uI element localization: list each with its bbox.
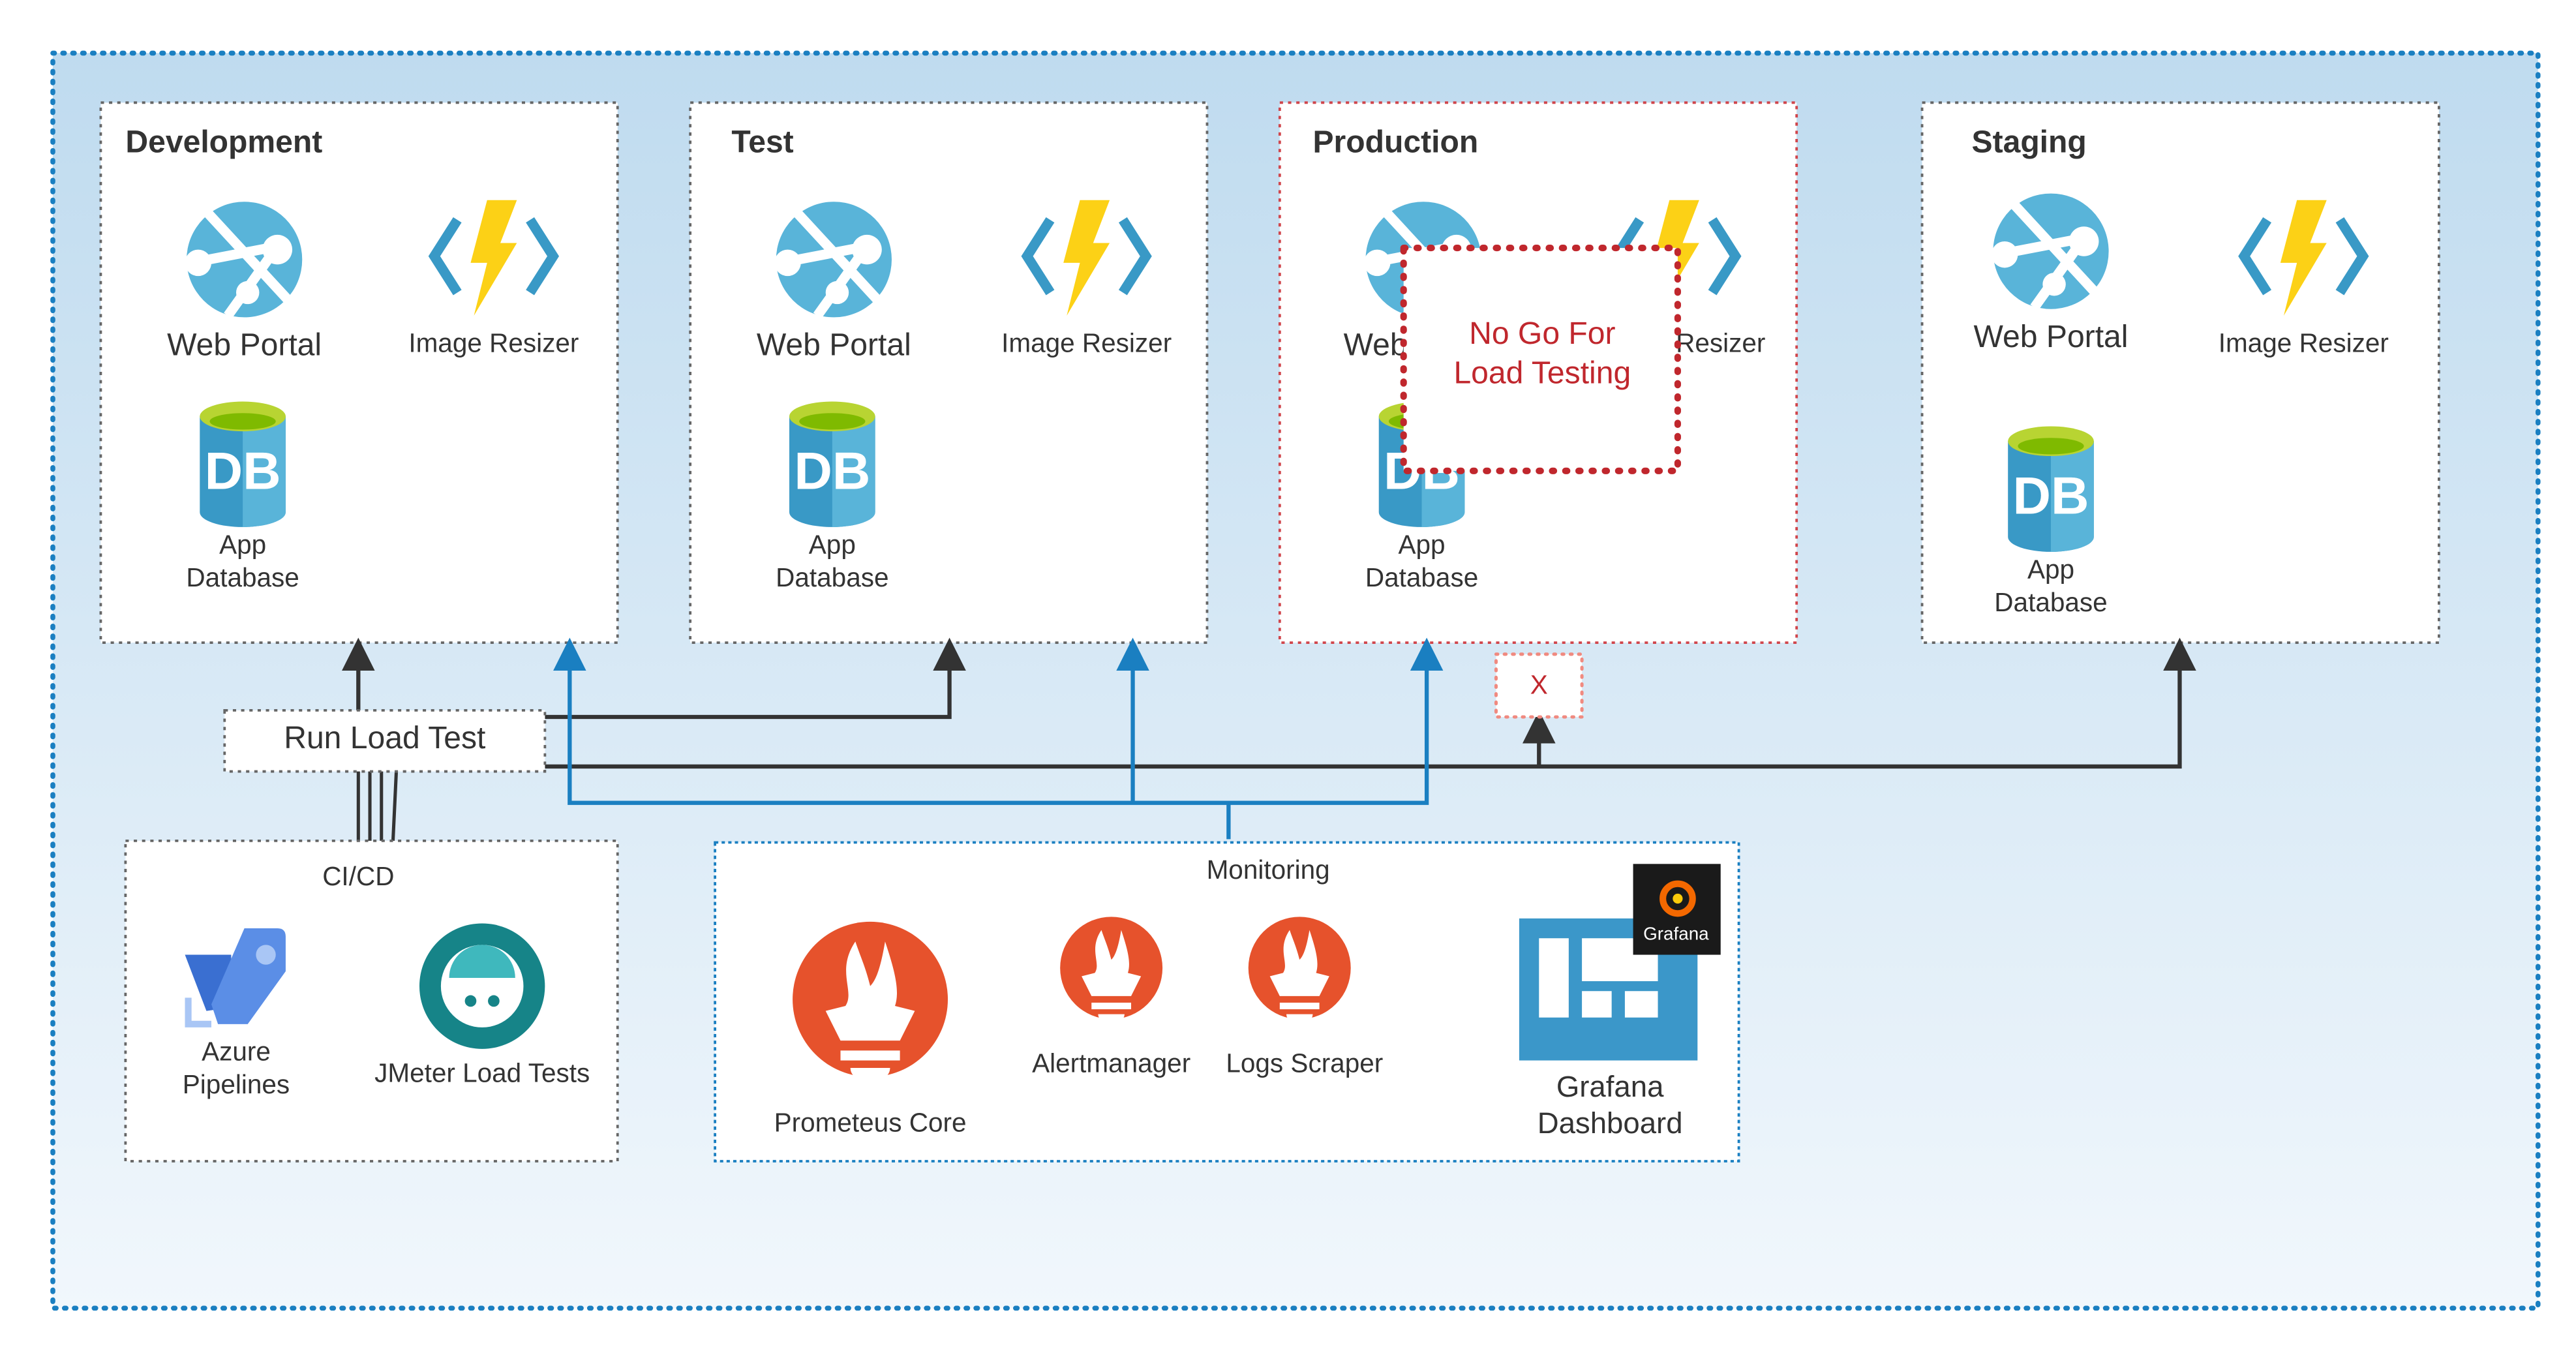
- db-label-2: Database: [776, 562, 888, 592]
- web-portal-label: Web Portal: [757, 327, 911, 363]
- db-label-2: Database: [186, 562, 299, 592]
- architecture-diagram: DB Development Web Portal Image Resizer …: [50, 50, 2541, 1311]
- db-label-2: Database: [1365, 562, 1478, 592]
- image-resizer-label: Image Resizer: [2219, 328, 2389, 358]
- grafana-label-2: Dashboard: [1538, 1106, 1683, 1140]
- image-resizer-label: Resizer: [1676, 328, 1765, 358]
- run-load-test-label: Run Load Test: [284, 720, 485, 755]
- azure-label-1: Azure: [202, 1037, 271, 1067]
- no-go-line-1: No Go For: [1469, 316, 1615, 351]
- grafana-logo: Grafana: [1633, 864, 1721, 955]
- env-development[interactable]: Development Web Portal Image Resizer App…: [99, 101, 619, 645]
- env-title: Test: [731, 124, 793, 159]
- azure-label-2: Pipelines: [183, 1069, 290, 1099]
- database-icon: [2008, 426, 2094, 552]
- grafana-logo-text: Grafana: [1643, 924, 1709, 944]
- logs-scraper-label: Logs Scraper: [1226, 1048, 1383, 1078]
- env-test[interactable]: Test Web Portal Image Resizer App Databa…: [689, 101, 1209, 645]
- env-staging[interactable]: Staging Web Portal Image Resizer App Dat…: [1920, 101, 2440, 645]
- alertmanager-label: Alertmanager: [1032, 1048, 1190, 1078]
- web-portal-label: Web: [1344, 327, 1408, 363]
- web-portal-label: Web Portal: [167, 327, 322, 363]
- monitoring-title: Monitoring: [1207, 855, 1330, 885]
- jmeter-icon: [419, 923, 545, 1049]
- no-go-line-2: Load Testing: [1453, 356, 1631, 391]
- prometheus-label: Prometeus Core: [774, 1107, 967, 1137]
- db-label-1: App: [2027, 554, 2074, 584]
- env-title: Production: [1312, 124, 1478, 159]
- database-icon: [200, 401, 286, 527]
- db-label-1: App: [809, 529, 856, 559]
- blocked-x: X: [1530, 670, 1548, 700]
- grafana-label-1: Grafana: [1556, 1070, 1664, 1103]
- db-label-1: App: [1399, 529, 1446, 559]
- db-label-1: App: [219, 529, 266, 559]
- database-icon: [789, 401, 875, 527]
- monitoring-group[interactable]: Monitoring Prometeus Core Alertmanager L…: [714, 841, 1740, 1163]
- run-load-test-node[interactable]: Run Load Test: [223, 708, 547, 773]
- blocked-marker: X: [1494, 652, 1584, 719]
- env-title: Development: [125, 124, 322, 159]
- cicd-group[interactable]: CI/CD Azure Pipelines JMeter Load Tests: [124, 839, 619, 1163]
- env-title: Staging: [1972, 124, 2087, 159]
- image-resizer-label: Image Resizer: [1001, 328, 1172, 358]
- jmeter-label: JMeter Load Tests: [374, 1057, 590, 1087]
- db-label-2: Database: [1994, 587, 2107, 617]
- image-resizer-label: Image Resizer: [408, 328, 579, 358]
- web-portal-label: Web Portal: [1974, 319, 2129, 354]
- no-go-overlay: No Go For Load Testing: [1400, 245, 1681, 474]
- cicd-title: CI/CD: [322, 861, 394, 891]
